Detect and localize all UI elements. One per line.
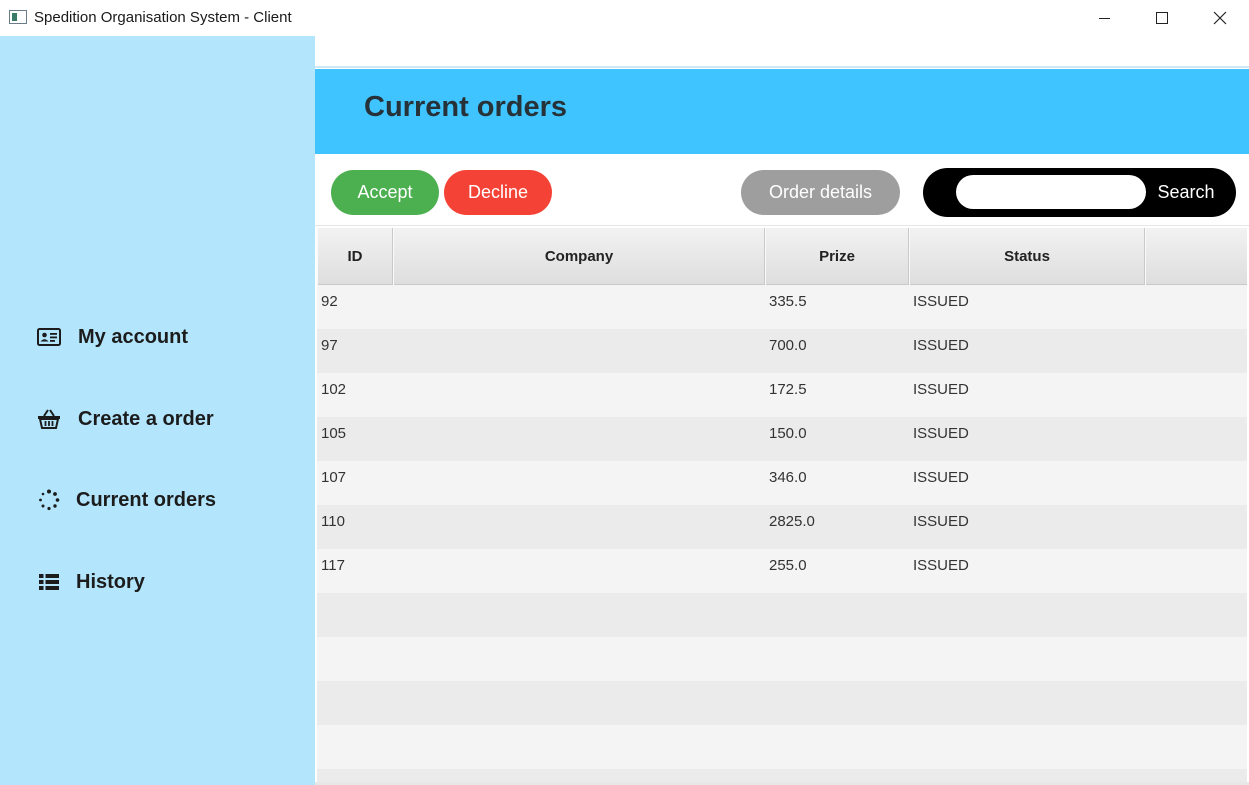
cell-id: 92 — [321, 293, 338, 310]
search-input[interactable] — [956, 175, 1146, 209]
cell-id: 117 — [321, 557, 345, 574]
window-title: Spedition Organisation System - Client — [34, 9, 292, 26]
sidebar-item-label: My account — [78, 325, 189, 348]
basket-icon — [36, 406, 62, 432]
sidebar-item-create-order[interactable]: Create a order — [36, 402, 214, 436]
app-icon — [9, 10, 27, 24]
id-card-icon — [36, 324, 62, 350]
table-row[interactable]: 107 346.0 ISSUED — [317, 461, 1247, 505]
cell-prize: 172.5 — [769, 381, 807, 398]
cell-status: ISSUED — [913, 381, 969, 398]
cell-status: ISSUED — [913, 293, 969, 310]
cell-id: 110 — [321, 513, 345, 530]
main-content: Current orders Accept Decline Order deta… — [315, 36, 1249, 785]
column-header-company[interactable]: Company — [393, 228, 765, 285]
table-header: ID Company Prize Status — [317, 228, 1247, 285]
decline-button[interactable]: Decline — [444, 170, 552, 215]
cell-id: 102 — [321, 381, 347, 398]
table-row-empty — [317, 725, 1247, 769]
column-header-prize[interactable]: Prize — [765, 228, 909, 285]
cell-prize: 346.0 — [769, 469, 807, 486]
table-row[interactable]: 110 2825.0 ISSUED — [317, 505, 1247, 549]
table-row[interactable]: 102 172.5 ISSUED — [317, 373, 1247, 417]
search-button[interactable]: Search — [1151, 168, 1221, 217]
table-row-empty — [317, 637, 1247, 681]
cell-status: ISSUED — [913, 425, 969, 442]
column-header-status[interactable]: Status — [909, 228, 1145, 285]
table-body: 92 335.5 ISSUED 97 700.0 ISSUED 102 172.5 ISSUED… — [317, 285, 1247, 785]
maximize-icon — [1156, 12, 1168, 24]
cell-status: ISSUED — [913, 557, 969, 574]
cell-prize: 150.0 — [769, 425, 807, 442]
search-box: Search — [923, 168, 1236, 217]
orders-table[interactable]: ID Company Prize Status 92 335.5 ISSUED 97 7… — [317, 228, 1247, 785]
accept-button[interactable]: Accept — [331, 170, 439, 215]
sidebar-item-history[interactable]: History — [36, 565, 145, 599]
minimize-icon — [1098, 17, 1110, 19]
table-row-empty — [317, 681, 1247, 725]
spinner-icon — [36, 487, 62, 513]
sidebar-item-label: Current orders — [76, 488, 217, 511]
page-title: Current orders — [364, 91, 568, 123]
cell-status: ISSUED — [913, 513, 969, 530]
maximize-button[interactable] — [1133, 0, 1191, 36]
cell-id: 97 — [321, 337, 338, 354]
cell-prize: 335.5 — [769, 293, 807, 310]
table-row[interactable]: 105 150.0 ISSUED — [317, 417, 1247, 461]
table-row[interactable]: 117 255.0 ISSUED — [317, 549, 1247, 593]
sidebar-item-current-orders[interactable]: Current orders — [36, 483, 216, 517]
list-icon — [36, 569, 62, 595]
table-row[interactable]: 97 700.0 ISSUED — [317, 329, 1247, 373]
order-details-button[interactable]: Order details — [741, 170, 900, 215]
close-icon — [1213, 11, 1227, 25]
top-strip — [315, 36, 1249, 68]
title-bar: Spedition Organisation System - Client — [0, 0, 1249, 36]
cell-status: ISSUED — [913, 337, 969, 354]
cell-prize: 2825.0 — [769, 513, 815, 530]
cell-status: ISSUED — [913, 469, 969, 486]
toolbar: Accept Decline Order details Search — [315, 154, 1249, 226]
cell-id: 105 — [321, 425, 347, 442]
column-header-filler — [1145, 228, 1247, 285]
cell-prize: 255.0 — [769, 557, 807, 574]
minimize-button[interactable] — [1075, 0, 1133, 36]
table-row-empty — [317, 593, 1247, 637]
sidebar-item-my-account[interactable]: My account — [36, 320, 188, 354]
column-header-id[interactable]: ID — [317, 228, 393, 285]
sidebar-item-label: Create a order — [78, 407, 214, 430]
sidebar: My account Create a order Current orders… — [0, 36, 315, 785]
header-band: Current orders — [315, 69, 1249, 154]
close-button[interactable] — [1191, 0, 1249, 36]
cell-id: 107 — [321, 469, 347, 486]
table-row[interactable]: 92 335.5 ISSUED — [317, 285, 1247, 329]
sidebar-item-label: History — [76, 570, 145, 593]
cell-prize: 700.0 — [769, 337, 807, 354]
